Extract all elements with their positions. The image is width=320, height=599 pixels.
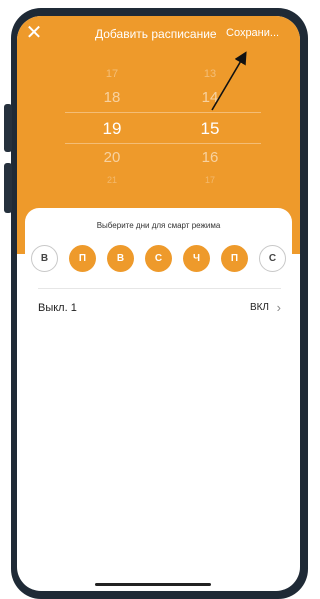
picker-selection-line — [65, 112, 261, 113]
hour-selected[interactable]: 19 — [89, 119, 135, 139]
days-bottom-sheet: Выберите дни для смарт режима В П В С Ч … — [25, 208, 292, 579]
minute-option[interactable]: 17 — [192, 175, 228, 185]
hour-option[interactable]: 17 — [89, 68, 135, 80]
home-indicator — [95, 583, 211, 586]
minute-selected[interactable]: 15 — [192, 119, 228, 139]
picker-selection-line — [65, 143, 261, 144]
day-toggle[interactable]: В — [31, 245, 58, 272]
chevron-right-icon[interactable]: › — [277, 300, 281, 315]
switch-row-value: ВКЛ — [249, 302, 269, 313]
side-button — [4, 163, 12, 213]
page-title: Добавить расписание — [95, 27, 217, 41]
hour-option[interactable]: 20 — [89, 149, 135, 166]
switch-row-label: Выкл. 1 — [38, 302, 77, 314]
switch-row[interactable]: Выкл. 1 ВКЛ › — [38, 300, 281, 318]
save-button[interactable]: Сохрани... — [226, 27, 279, 39]
sheet-title: Выберите дни для смарт режима — [96, 221, 221, 230]
app-screen: ✕ Добавить расписание Сохрани... 17 18 1… — [17, 16, 300, 591]
hour-option[interactable]: 18 — [89, 89, 135, 106]
minute-option[interactable]: 13 — [192, 68, 228, 80]
side-button — [4, 104, 12, 152]
minute-option[interactable]: 16 — [192, 149, 228, 166]
day-toggle[interactable]: В — [107, 245, 134, 272]
close-icon[interactable]: ✕ — [25, 23, 43, 43]
hour-option[interactable]: 21 — [89, 175, 135, 185]
day-toggle[interactable]: С — [145, 245, 172, 272]
divider — [38, 288, 281, 289]
minute-option[interactable]: 14 — [192, 89, 228, 106]
weekday-selector: В П В С Ч П С — [29, 245, 288, 273]
day-toggle[interactable]: П — [69, 245, 96, 272]
day-toggle[interactable]: С — [259, 245, 286, 272]
day-toggle[interactable]: П — [221, 245, 248, 272]
day-toggle[interactable]: Ч — [183, 245, 210, 272]
